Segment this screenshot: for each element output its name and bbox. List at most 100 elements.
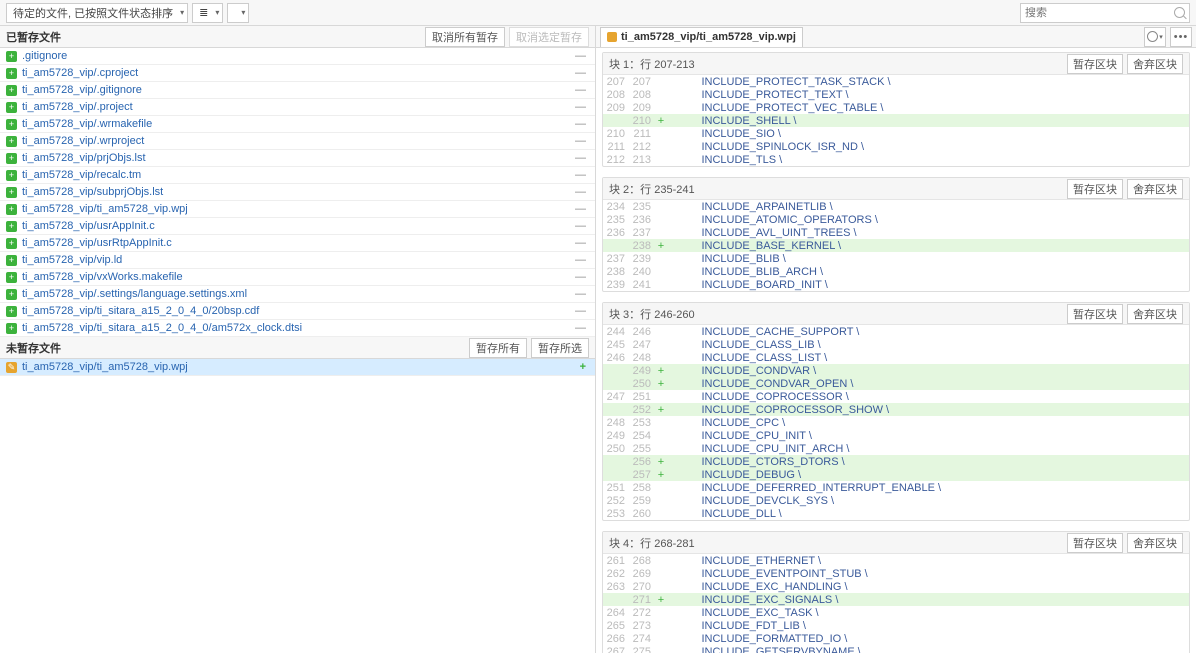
file-row[interactable]: + ti_am5728_vip/ti_am5728_vip.wpj — — [0, 201, 595, 218]
diff-line[interactable]: 266 274 INCLUDE_FORMATTED_IO \ — [603, 632, 1189, 645]
diff-line[interactable]: 208 208 INCLUDE_PROTECT_TEXT \ — [603, 88, 1189, 101]
diff-line[interactable]: 236 237 INCLUDE_AVL_UINT_TREES \ — [603, 226, 1189, 239]
diff-line[interactable]: 245 247 INCLUDE_CLASS_LIB \ — [603, 338, 1189, 351]
file-row[interactable]: + ti_am5728_vip/.cproject — — [0, 65, 595, 82]
stage-hunk-button[interactable]: 暂存区块 — [1067, 533, 1123, 553]
file-row[interactable]: + ti_am5728_vip/ti_sitara_a15_2_0_4_0/20… — [0, 303, 595, 320]
diff-line[interactable]: 265 273 INCLUDE_FDT_LIB \ — [603, 619, 1189, 632]
file-row[interactable]: + ti_am5728_vip/.gitignore — — [0, 82, 595, 99]
extra-dropdown[interactable] — [227, 3, 249, 23]
discard-hunk-button[interactable]: 舍弃区块 — [1127, 179, 1183, 199]
diff-sign: + — [655, 115, 667, 127]
unstage-file-button[interactable]: — — [572, 322, 589, 334]
unstage-file-button[interactable]: — — [572, 101, 589, 113]
stage-selected-button[interactable]: 暂存所选 — [531, 338, 589, 358]
unstage-file-button[interactable]: — — [572, 67, 589, 79]
discard-hunk-button[interactable]: 舍弃区块 — [1127, 304, 1183, 324]
diff-line[interactable]: 238 + INCLUDE_BASE_KERNEL \ — [603, 239, 1189, 252]
diff-line[interactable]: 264 272 INCLUDE_EXC_TASK \ — [603, 606, 1189, 619]
diff-line[interactable]: 250 255 INCLUDE_CPU_INIT_ARCH \ — [603, 442, 1189, 455]
diff-line[interactable]: 244 246 INCLUDE_CACHE_SUPPORT \ — [603, 325, 1189, 338]
unstage-file-button[interactable]: — — [572, 220, 589, 232]
stage-hunk-button[interactable]: 暂存区块 — [1067, 304, 1123, 324]
modified-file-icon — [607, 32, 617, 42]
file-row[interactable]: + ti_am5728_vip/usrAppInit.c — — [0, 218, 595, 235]
diff-line[interactable]: 250 + INCLUDE_CONDVAR_OPEN \ — [603, 377, 1189, 390]
file-row[interactable]: + .gitignore — — [0, 48, 595, 65]
file-row[interactable]: ✎ ti_am5728_vip/ti_am5728_vip.wpj + — [0, 359, 595, 376]
diff-line[interactable]: 212 213 INCLUDE_TLS \ — [603, 153, 1189, 166]
search-input[interactable] — [1025, 7, 1174, 19]
unstage-file-button[interactable]: — — [572, 186, 589, 198]
file-row[interactable]: + ti_am5728_vip/ti_sitara_a15_2_0_4_0/am… — [0, 320, 595, 337]
diff-line[interactable]: 248 253 INCLUDE_CPC \ — [603, 416, 1189, 429]
settings-button[interactable]: ▾ — [1144, 27, 1166, 47]
diff-line[interactable]: 246 248 INCLUDE_CLASS_LIST \ — [603, 351, 1189, 364]
file-row[interactable]: + ti_am5728_vip/usrRtpAppInit.c — — [0, 235, 595, 252]
diff-line[interactable]: 209 209 INCLUDE_PROTECT_VEC_TABLE \ — [603, 101, 1189, 114]
diff-line[interactable]: 238 240 INCLUDE_BLIB_ARCH \ — [603, 265, 1189, 278]
sort-dropdown[interactable]: 待定的文件, 已按照文件状态排序 — [6, 3, 188, 23]
unstage-file-button[interactable]: — — [572, 84, 589, 96]
unstage-file-button[interactable]: — — [572, 152, 589, 164]
file-row[interactable]: + ti_am5728_vip/.wrproject — — [0, 133, 595, 150]
diff-line[interactable]: 267 275 INCLUDE_GETSERVBYNAME \ — [603, 645, 1189, 653]
file-row[interactable]: + ti_am5728_vip/vxWorks.makefile — — [0, 269, 595, 286]
file-row[interactable]: + ti_am5728_vip/.project — — [0, 99, 595, 116]
diff-line[interactable]: 261 268 INCLUDE_ETHERNET \ — [603, 554, 1189, 567]
stage-all-button[interactable]: 暂存所有 — [469, 338, 527, 358]
file-row[interactable]: + ti_am5728_vip/.settings/language.setti… — [0, 286, 595, 303]
unstage-selected-button[interactable]: 取消选定暂存 — [509, 27, 589, 47]
unstage-file-button[interactable]: — — [572, 135, 589, 147]
diff-line[interactable]: 249 + INCLUDE_CONDVAR \ — [603, 364, 1189, 377]
stage-file-button[interactable]: + — [577, 361, 589, 373]
search-box[interactable] — [1020, 3, 1190, 23]
file-row[interactable]: + ti_am5728_vip/subprjObjs.lst — — [0, 184, 595, 201]
diff-line[interactable]: 263 270 INCLUDE_EXC_HANDLING \ — [603, 580, 1189, 593]
discard-hunk-button[interactable]: 舍弃区块 — [1127, 533, 1183, 553]
diff-line[interactable]: 257 + INCLUDE_DEBUG \ — [603, 468, 1189, 481]
diff-line[interactable]: 234 235 INCLUDE_ARPAINETLIB \ — [603, 200, 1189, 213]
stage-hunk-button[interactable]: 暂存区块 — [1067, 179, 1123, 199]
diff-line[interactable]: 210 + INCLUDE_SHELL \ — [603, 114, 1189, 127]
unstage-file-button[interactable]: — — [572, 288, 589, 300]
diff-line[interactable]: 239 241 INCLUDE_BOARD_INIT \ — [603, 278, 1189, 291]
file-name: .gitignore — [22, 50, 572, 62]
unstage-file-button[interactable]: — — [572, 169, 589, 181]
diff-line[interactable]: 252 259 INCLUDE_DEVCLK_SYS \ — [603, 494, 1189, 507]
diff-line[interactable]: 211 212 INCLUDE_SPINLOCK_ISR_ND \ — [603, 140, 1189, 153]
unstage-file-button[interactable]: — — [572, 203, 589, 215]
diff-line[interactable]: 235 236 INCLUDE_ATOMIC_OPERATORS \ — [603, 213, 1189, 226]
file-row[interactable]: + ti_am5728_vip/.wrmakefile — — [0, 116, 595, 133]
file-row[interactable]: + ti_am5728_vip/recalc.tm — — [0, 167, 595, 184]
discard-hunk-button[interactable]: 舍弃区块 — [1127, 54, 1183, 74]
diff-line[interactable]: 253 260 INCLUDE_DLL \ — [603, 507, 1189, 520]
diff-line[interactable]: 251 258 INCLUDE_DEFERRED_INTERRUPT_ENABL… — [603, 481, 1189, 494]
diff-line[interactable]: 262 269 INCLUDE_EVENTPOINT_STUB \ — [603, 567, 1189, 580]
diff-line[interactable]: 207 207 INCLUDE_PROTECT_TASK_STACK \ — [603, 75, 1189, 88]
view-mode-dropdown[interactable]: ≣ — [192, 3, 223, 23]
unstage-file-button[interactable]: — — [572, 271, 589, 283]
left-pane: 已暂存文件 取消所有暂存 取消选定暂存 + .gitignore —+ ti_a… — [0, 26, 596, 653]
unstage-file-button[interactable]: — — [572, 305, 589, 317]
active-tab[interactable]: ti_am5728_vip/ti_am5728_vip.wpj — [600, 27, 803, 47]
unstage-file-button[interactable]: — — [572, 118, 589, 130]
stage-hunk-button[interactable]: 暂存区块 — [1067, 54, 1123, 74]
diff-line[interactable]: 256 + INCLUDE_CTORS_DTORS \ — [603, 455, 1189, 468]
diff-line[interactable]: 237 239 INCLUDE_BLIB \ — [603, 252, 1189, 265]
diff-line[interactable]: 249 254 INCLUDE_CPU_INIT \ — [603, 429, 1189, 442]
unstage-all-button[interactable]: 取消所有暂存 — [425, 27, 505, 47]
unstage-file-button[interactable]: — — [572, 237, 589, 249]
unstage-file-button[interactable]: — — [572, 254, 589, 266]
diff-line[interactable]: 247 251 INCLUDE_COPROCESSOR \ — [603, 390, 1189, 403]
file-row[interactable]: + ti_am5728_vip/vip.ld — — [0, 252, 595, 269]
more-button[interactable] — [1170, 27, 1192, 47]
file-row[interactable]: + ti_am5728_vip/prjObjs.lst — — [0, 150, 595, 167]
diff-line[interactable]: 252 + INCLUDE_COPROCESSOR_SHOW \ — [603, 403, 1189, 416]
diff-line[interactable]: 210 211 INCLUDE_SIO \ — [603, 127, 1189, 140]
old-line-number: 207 — [603, 76, 629, 88]
unstage-file-button[interactable]: — — [572, 50, 589, 62]
diff-line[interactable]: 271 + INCLUDE_EXC_SIGNALS \ — [603, 593, 1189, 606]
new-line-number: 236 — [629, 214, 655, 226]
plus-icon: + — [6, 102, 17, 113]
